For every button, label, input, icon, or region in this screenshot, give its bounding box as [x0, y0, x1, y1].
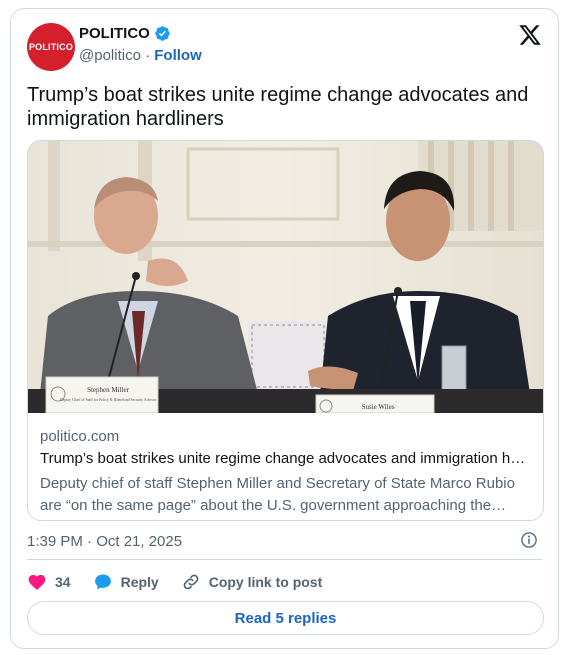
handle-separator: · — [140, 47, 155, 64]
reply-label: Reply — [120, 574, 159, 590]
verified-badge-icon — [155, 26, 170, 41]
x-logo-icon[interactable] — [518, 23, 542, 47]
action-bar: 34 Reply Copy link to post — [27, 572, 344, 592]
link-domain: politico.com — [40, 428, 120, 445]
link-icon — [183, 574, 199, 590]
post-text: Trump’s boat strikes unite regime change… — [27, 84, 529, 130]
heart-icon — [28, 574, 46, 590]
copy-link-label: Copy link to post — [208, 574, 323, 590]
author-handle[interactable]: @politico — [79, 47, 141, 64]
like-count: 34 — [55, 574, 71, 590]
nameplate-right-name: Susie Wiles — [362, 403, 395, 411]
info-icon[interactable] — [520, 531, 538, 549]
avatar-logo-text: POLITICO — [28, 42, 74, 52]
nameplate-left-name: Stephen Miller — [87, 386, 129, 394]
follow-button[interactable]: Follow — [154, 47, 202, 64]
author-name[interactable]: POLITICO — [79, 25, 150, 42]
author-name-row: POLITICO — [79, 25, 171, 42]
link-preview-card[interactable]: Stephen Miller Deputy Chief of Staff for… — [27, 140, 544, 521]
avatar[interactable]: POLITICO — [27, 23, 75, 71]
nameplate-left-title: Deputy Chief of Staff for Policy & Homel… — [60, 398, 157, 402]
divider — [27, 559, 542, 560]
reply-button[interactable]: Reply — [93, 572, 159, 592]
post-timestamp[interactable]: 1:39 PM · Oct 21, 2025 — [27, 533, 182, 550]
article-photo: Stephen Miller Deputy Chief of Staff for… — [28, 141, 543, 413]
reply-bubble-icon — [94, 574, 111, 590]
author-handle-row: @politico · Follow — [79, 47, 202, 64]
read-replies-button[interactable]: Read 5 replies — [27, 601, 544, 635]
like-button[interactable]: 34 — [27, 572, 71, 592]
copy-link-button[interactable]: Copy link to post — [181, 572, 323, 592]
link-title[interactable]: Trump’s boat strikes unite regime change… — [40, 450, 532, 467]
link-description: Deputy chief of staff Stephen Miller and… — [40, 475, 515, 514]
embedded-post-card: POLITICO POLITICO @politico · Follow Tru… — [10, 8, 559, 649]
